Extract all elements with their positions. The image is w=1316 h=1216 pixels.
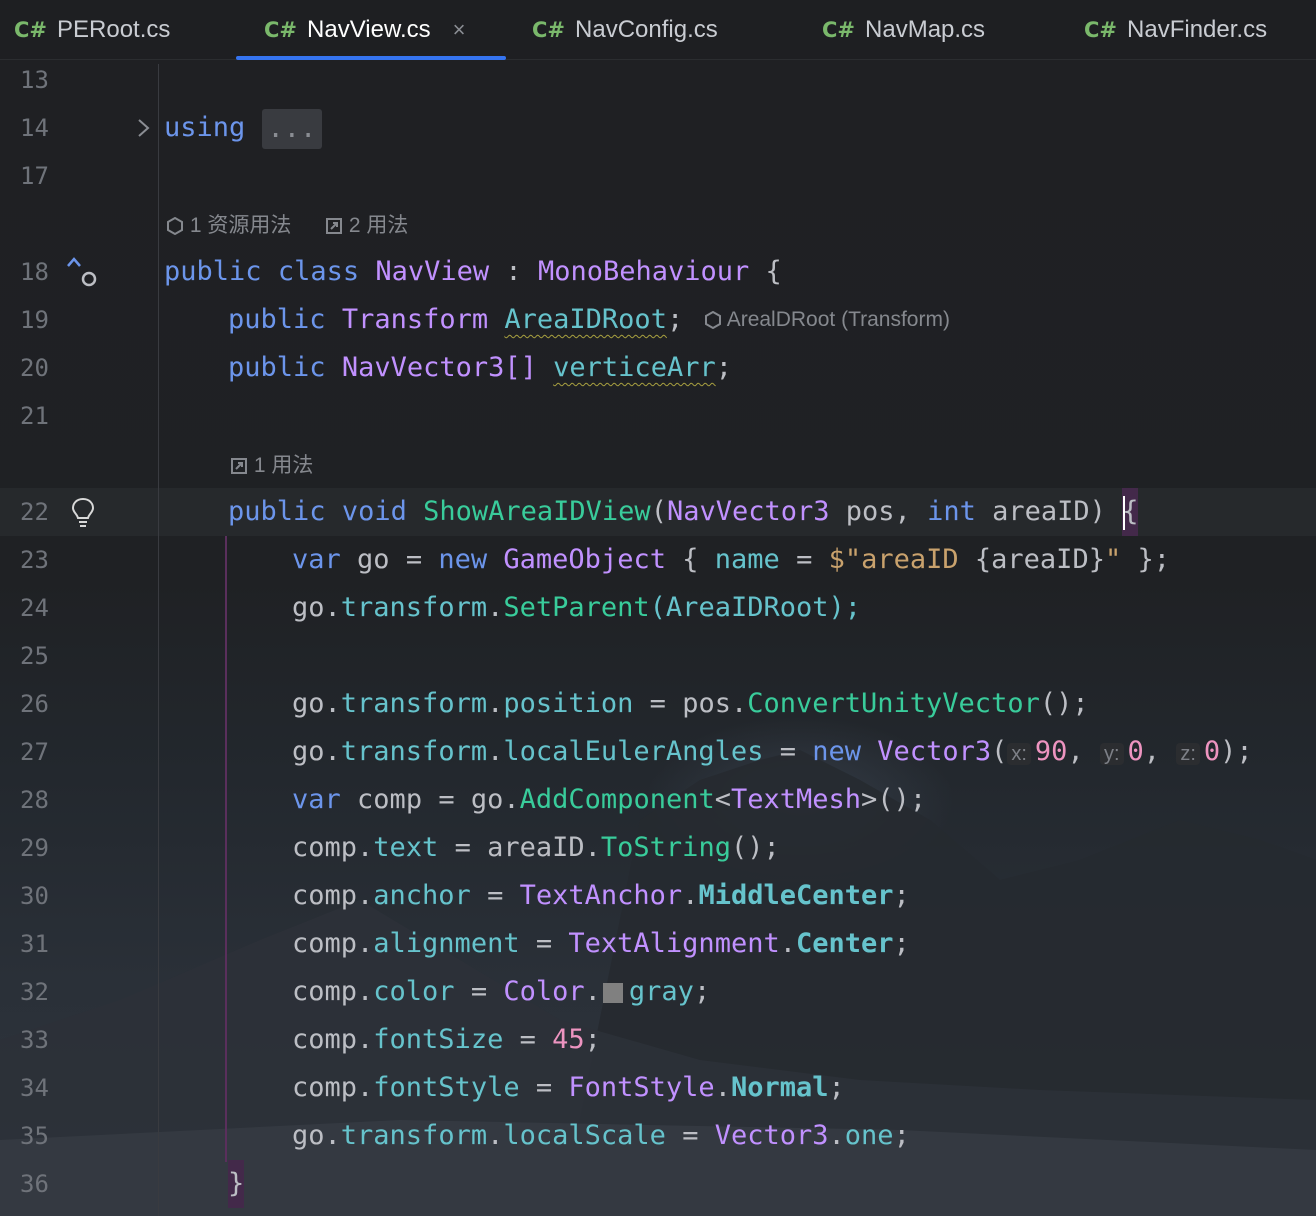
code-line-30[interactable]: comp.anchor = TextAnchor.MiddleCenter; — [292, 872, 910, 920]
tab-label: NavFinder.cs — [1127, 16, 1268, 43]
code-line-24[interactable]: go.transform.SetParent(AreaIDRoot); — [292, 584, 861, 632]
unity-icon — [705, 311, 721, 330]
line-number: 33 — [20, 1026, 49, 1054]
code-line-31[interactable]: comp.alignment = TextAlignment.Center; — [292, 920, 910, 968]
tab-label: NavConfig.cs — [575, 16, 718, 43]
text-caret — [1123, 496, 1125, 530]
param-hint-y: y: — [1099, 743, 1124, 765]
tab-navconfig[interactable]: C# NavConfig.cs — [532, 0, 718, 60]
line-number: 26 — [20, 690, 49, 718]
block-indent-guide — [225, 536, 227, 1162]
line-number: 34 — [20, 1074, 49, 1102]
line-number: 36 — [20, 1170, 49, 1198]
code-line-36[interactable]: } — [228, 1160, 245, 1208]
method-usages-link[interactable]: 1 用法 — [254, 454, 314, 477]
tab-peroot[interactable]: C# PERoot.cs — [14, 0, 170, 60]
line-number: 27 — [20, 738, 49, 766]
line-number: 14 — [20, 114, 49, 142]
line-number: 35 — [20, 1122, 49, 1150]
line-number: 25 — [20, 642, 49, 670]
line-number: 23 — [20, 546, 49, 574]
unity-serialized-value-hint: ArealDRoot (Transform) — [704, 296, 950, 344]
bulb-icon[interactable] — [70, 496, 96, 528]
csharp-file-icon: C# — [264, 18, 298, 42]
param-hint-x: x: — [1007, 743, 1031, 765]
code-line-29[interactable]: comp.text = areaID.ToString(); — [292, 824, 780, 872]
line-number: 20 — [20, 354, 49, 382]
code-line-26[interactable]: go.transform.position = pos.ConvertUnity… — [292, 680, 1089, 728]
tab-label: PERoot.cs — [57, 16, 171, 43]
csharp-file-icon: C# — [14, 18, 48, 42]
gutter-divider — [158, 64, 159, 1216]
tab-label: NavMap.cs — [865, 16, 986, 43]
unity-icon — [167, 217, 183, 236]
code-line-14[interactable]: using ... — [164, 104, 323, 152]
code-line-19[interactable]: public Transform AreaIDRoot; — [228, 296, 683, 344]
code-line-23[interactable]: var go = new GameObject { name = $"areaI… — [292, 536, 1170, 584]
usages-icon — [231, 458, 247, 475]
code-line-27[interactable]: go.transform.localEulerAngles = new Vect… — [292, 728, 1253, 776]
csharp-file-icon: C# — [822, 18, 856, 42]
line-number: 28 — [20, 786, 49, 814]
code-line-28[interactable]: var comp = go.AddComponent<TextMesh>(); — [292, 776, 926, 824]
line-number: 17 — [20, 162, 49, 190]
tab-label: NavView.cs — [307, 16, 431, 43]
line-number: 31 — [20, 930, 49, 958]
method-code-lens: 1 用法 — [230, 446, 313, 486]
close-icon[interactable]: × — [453, 17, 466, 43]
csharp-file-icon: C# — [532, 18, 566, 42]
active-tab-indicator — [236, 56, 506, 60]
code-line-33[interactable]: comp.fontSize = 45; — [292, 1016, 601, 1064]
line-number: 19 — [20, 306, 49, 334]
tab-bar: C# PERoot.cs C# NavView.cs × C# NavConfi… — [0, 0, 1316, 60]
tab-navmap[interactable]: C# NavMap.cs — [822, 0, 985, 60]
code-line-18[interactable]: public class NavView : MonoBehaviour { — [164, 248, 782, 296]
line-number: 13 — [20, 66, 49, 94]
code-line-22[interactable]: public void ShowAreaIDView(NavVector3 po… — [228, 488, 1139, 536]
line-number: 29 — [20, 834, 49, 862]
code-line-20[interactable]: public NavVector3[] verticeArr; — [228, 344, 732, 392]
line-number: 24 — [20, 594, 49, 622]
resource-usages-link[interactable]: 1 资源用法 — [190, 214, 292, 237]
color-swatch-icon[interactable] — [602, 982, 623, 1003]
folded-imports[interactable]: ... — [261, 108, 323, 149]
usages-icon — [326, 218, 343, 235]
line-number: 21 — [20, 402, 49, 430]
class-code-lens: 1 资源用法 2 用法 — [166, 206, 408, 246]
line-number: 22 — [20, 498, 49, 526]
code-line-35[interactable]: go.transform.localScale = Vector3.one; — [292, 1112, 910, 1160]
line-number: 30 — [20, 882, 49, 910]
tab-navfinder[interactable]: C# NavFinder.cs — [1084, 0, 1267, 60]
code-line-34[interactable]: comp.fontStyle = FontStyle.Normal; — [292, 1064, 845, 1112]
matched-brace: } — [228, 1160, 245, 1208]
line-number: 32 — [20, 978, 49, 1006]
csharp-file-icon: C# — [1084, 18, 1118, 42]
line-number: 18 — [20, 258, 49, 286]
usages-link[interactable]: 2 用法 — [349, 214, 409, 237]
code-line-32[interactable]: comp.color = Color. gray; — [292, 968, 710, 1016]
tab-navview[interactable]: C# NavView.cs × — [264, 0, 465, 60]
param-hint-z: z: — [1176, 743, 1200, 765]
fold-chevron-icon[interactable] — [134, 116, 154, 140]
implemented-up-arrow-icon[interactable] — [64, 254, 100, 290]
